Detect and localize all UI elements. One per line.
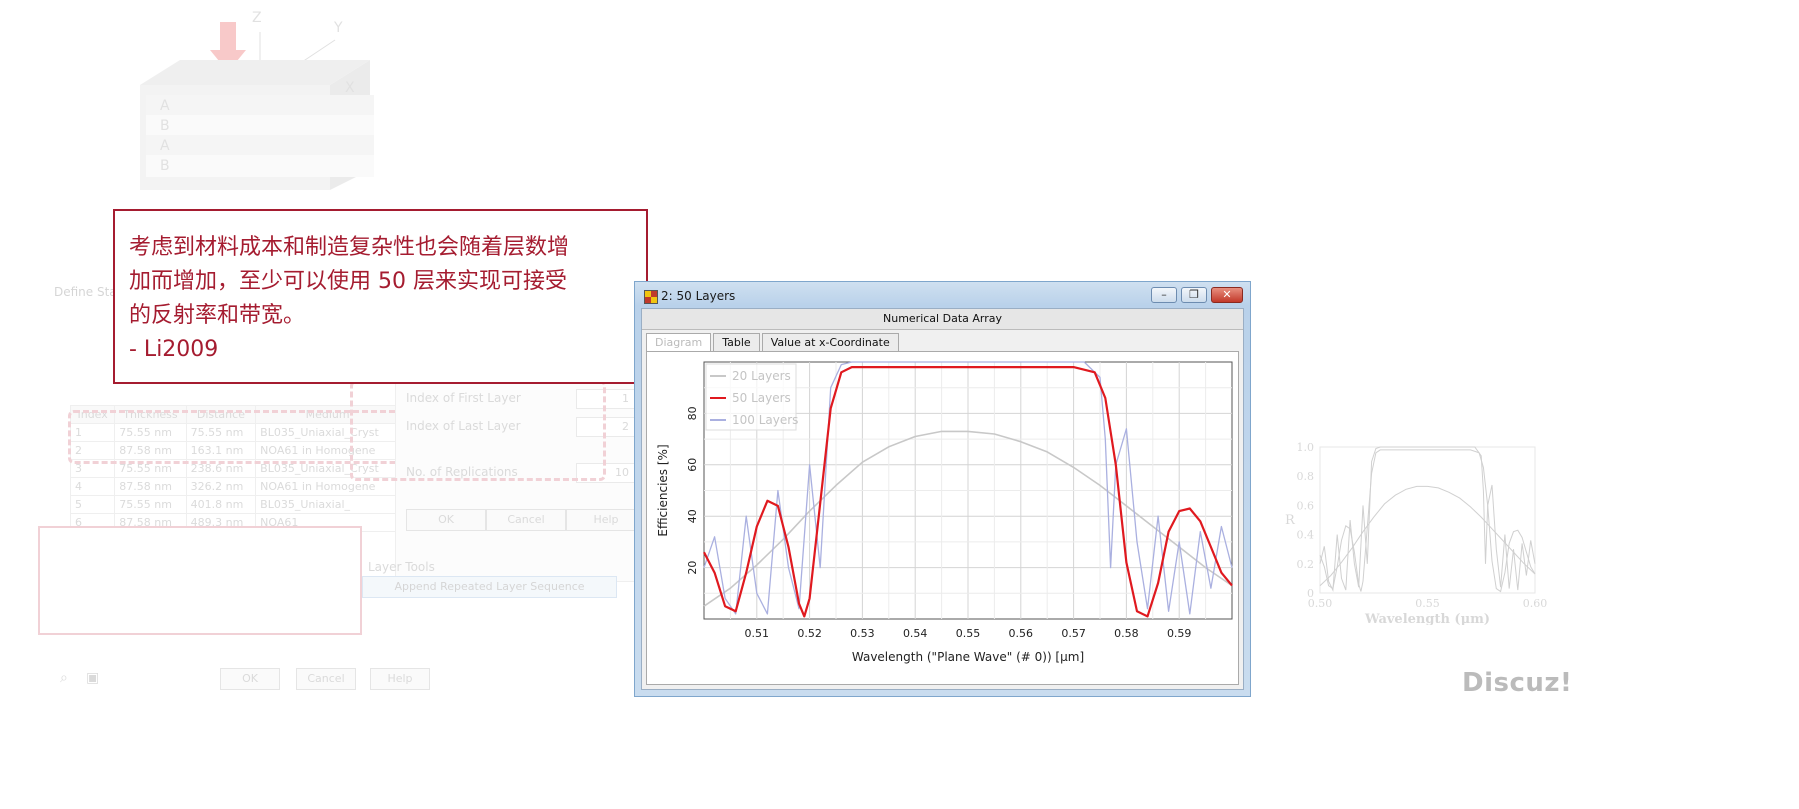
thumb-x-tick: 0.55 (1415, 597, 1440, 610)
tab-diagram[interactable]: Diagram (646, 333, 712, 351)
y-tick-label: 80 (686, 406, 699, 420)
thumb-x-tick: 0.60 (1523, 597, 1548, 610)
close-icon[interactable]: ✕ (1211, 287, 1243, 303)
layer-b-1: B (146, 115, 374, 137)
efficiency-chart[interactable]: 0.51 0.52 0.53 0.54 0.55 0.56 0.57 0.58 0.59 20 40… (647, 352, 1238, 684)
ok-button[interactable]: OK (406, 509, 486, 531)
dialog-ok-button[interactable]: OK (220, 668, 280, 690)
x-tick-label: 0.58 (1114, 627, 1139, 640)
callout-line-2: 加而增加，至少可以使用 50 层来实现可接受 (129, 269, 567, 294)
zoom-icon[interactable]: ⌕ (60, 670, 68, 686)
x-tick-label: 0.53 (850, 627, 875, 640)
tab-value-at-x[interactable]: Value at x-Coordinate (761, 333, 899, 351)
reference-plot-graphic: 00.20.40.60.81.00.50 0.55 0.60RWavelength … (1285, 441, 1548, 627)
data-array-header: Numerical Data Array (642, 309, 1243, 330)
reference-plot: 0 0.2 0.4 0.6 0.8 1.0 0.50 0.55 0.60 R Wavelength … (1280, 435, 1560, 627)
view-tabs: Diagram Table Value at x-Coordinate (646, 333, 901, 351)
x-tick-label: 0.59 (1167, 627, 1192, 640)
y-tick-label: 20 (686, 561, 699, 575)
quote-callout: 考虑到材料成本和制造复杂性也会随着层数增 加而增加，至少可以使用 50 层来实现… (113, 209, 648, 384)
layer-a-2: A (146, 135, 374, 157)
empty-callout-box (38, 526, 362, 635)
thumb-y-tick: 0.8 (1297, 470, 1315, 483)
x-tick-label: 0.56 (1009, 627, 1034, 640)
thumb-x-title: Wavelength (μm) (1364, 612, 1490, 625)
z-axis-label: Z (252, 10, 262, 26)
legend-label: 20 Layers (732, 369, 791, 383)
x-axis-label: X (345, 80, 355, 96)
thumb-y-tick: 1.0 (1297, 441, 1315, 454)
thumb-y-title: R (1285, 513, 1296, 528)
minimize-icon[interactable]: – (1151, 287, 1177, 303)
tab-table[interactable]: Table (713, 333, 760, 351)
define-stack-dialog: Define Stack Index Thickness Distance Me… (38, 285, 690, 800)
plot-window: 2: 50 Layers – ❐ ✕ Numerical Data Array … (634, 281, 1251, 697)
x-tick-label: 0.51 (745, 627, 770, 640)
callout-citation: - Li2009 (129, 337, 219, 362)
y-tick-label: 40 (686, 509, 699, 523)
y-axis-title: Efficiencies [%] (656, 444, 670, 536)
x-tick-label: 0.54 (903, 627, 928, 640)
restore-icon[interactable]: ❐ (1181, 287, 1207, 303)
append-sequence-button[interactable]: Append Repeated Layer Sequence (362, 576, 617, 598)
callout-line-3: 的反射率和带宽。 (129, 303, 306, 328)
x-tick-label: 0.55 (956, 627, 981, 640)
legend-label: 50 Layers (732, 391, 791, 405)
x-tick-label: 0.52 (797, 627, 822, 640)
layer-b-2: B (146, 155, 374, 177)
callout-line-1: 考虑到材料成本和制造复杂性也会随着层数增 (129, 235, 570, 260)
highlight-panel-dash (350, 380, 606, 481)
y-tick-label: 60 (686, 458, 699, 472)
cancel-button[interactable]: Cancel (486, 509, 566, 531)
x-axis-title: Wavelength ("Plane Wave" (# 0)) [µm] (852, 650, 1084, 664)
window-content: Numerical Data Array Diagram Table Value… (641, 308, 1244, 690)
window-title: 2: 50 Layers (661, 289, 736, 303)
layer-a-1: A (146, 95, 374, 117)
dialog-help-button[interactable]: Help (370, 668, 430, 690)
table-row[interactable]: 4 87.58 nm 326.2 nm NOA61 in Homogene (69, 477, 400, 496)
save-icon[interactable]: ▣ (86, 670, 99, 686)
layer-tools-label[interactable]: Layer Tools (368, 560, 435, 574)
thumb-x-tick: 0.50 (1308, 597, 1333, 610)
legend-label: 100 Layers (732, 413, 798, 427)
dialog-cancel-button[interactable]: Cancel (296, 668, 356, 690)
stack-illustration: Z Y X A B A B (140, 10, 440, 240)
thumb-frame (1319, 446, 1536, 594)
window-app-icon (644, 290, 658, 304)
diagram-panel: 0.51 0.52 0.53 0.54 0.55 0.56 0.57 0.58 0.59 20 40… (646, 351, 1239, 685)
watermark-logo: Discuz! (1462, 668, 1573, 698)
thumb-y-tick: 0.6 (1297, 499, 1315, 512)
table-row[interactable]: 5 75.55 nm 401.8 nm BL035_Uniaxial_ (69, 495, 400, 514)
x-tick-label: 0.57 (1061, 627, 1086, 640)
stack-top-face (140, 60, 370, 85)
y-axis-label: Y (334, 20, 343, 36)
thumb-y-tick: 0.4 (1297, 529, 1315, 542)
thumb-y-tick: 0.2 (1297, 558, 1315, 571)
